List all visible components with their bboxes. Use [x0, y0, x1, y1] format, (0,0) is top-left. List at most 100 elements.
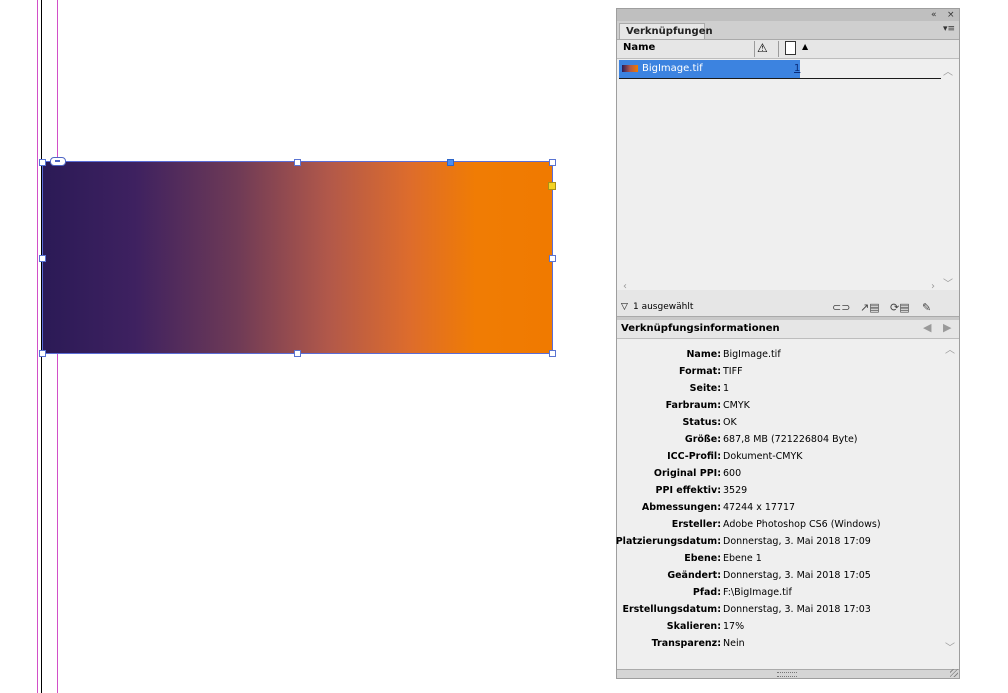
info-key: Status:	[682, 417, 721, 428]
info-key: Geändert:	[667, 570, 721, 581]
info-row: Skalieren: 17%	[617, 618, 947, 635]
live-corner-handle[interactable]	[548, 182, 556, 190]
list-item[interactable]: BigImage.tif 1	[619, 60, 800, 78]
scroll-down-icon[interactable]: ﹀	[943, 275, 953, 290]
scroll-right-icon[interactable]: ›	[931, 281, 935, 292]
links-panel: « × Verknüpfungen ▾≡ Name ⚠ ▲ BigImage.t…	[616, 8, 960, 679]
info-key: Transparenz:	[651, 638, 721, 649]
tab-links[interactable]: Verknüpfungen	[619, 23, 713, 39]
info-row: Seite: 1	[617, 380, 947, 397]
resize-corner-icon[interactable]	[950, 669, 958, 677]
info-row: Platzierungsdatum: Donnerstag, 3. Mai 201…	[616, 533, 947, 550]
info-key: Name:	[686, 349, 721, 360]
info-key: Farbraum:	[665, 400, 721, 411]
info-row: Ersteller: Adobe Photoshop CS6 (Windows)	[617, 516, 947, 533]
relink-icon[interactable]: ⊂⊃	[832, 301, 850, 314]
frame-handle-mid-right[interactable]	[549, 255, 556, 262]
info-row: Pfad: F:\BigImage.tif	[617, 584, 947, 601]
info-value: BigImage.tif	[723, 349, 781, 360]
page-edge	[41, 0, 42, 693]
info-key: Skalieren:	[666, 621, 721, 632]
previous-link-icon[interactable]: ◀	[923, 321, 931, 334]
edit-original-icon[interactable]: ✎	[922, 301, 931, 314]
info-row: ICC-Profil: Dokument-CMYK	[617, 448, 947, 465]
info-value: Donnerstag, 3. Mai 2018 17:03	[723, 604, 871, 615]
info-row: Ebene: Ebene 1	[617, 550, 947, 567]
frame-handle-top-right[interactable]	[549, 159, 556, 166]
frame-handle-top-center[interactable]	[294, 159, 301, 166]
panel-bottom-bar	[617, 669, 959, 678]
links-list[interactable]: BigImage.tif 1 ︿ ﹀ ‹ ›	[617, 59, 959, 292]
column-name-header[interactable]: Name	[623, 42, 655, 53]
toggle-info-triangle-icon[interactable]: ▽	[621, 302, 628, 312]
info-value: Adobe Photoshop CS6 (Windows)	[723, 519, 881, 530]
list-separator	[619, 78, 941, 79]
info-key: Erstellungsdatum:	[622, 604, 721, 615]
frame-handle-top-left[interactable]	[39, 159, 46, 166]
image-thumbnail-icon	[622, 65, 638, 72]
link-page-number[interactable]: 1	[794, 60, 800, 78]
collapse-panel-icon[interactable]: «	[931, 9, 937, 21]
column-separator	[778, 41, 779, 57]
info-row: Format: TIFF	[617, 363, 947, 380]
scroll-down-icon[interactable]: ﹀	[945, 639, 955, 654]
links-column-header: Name ⚠ ▲	[617, 40, 959, 59]
goto-link-icon[interactable]: ↗▤	[860, 301, 880, 314]
info-row: Name: BigImage.tif	[617, 346, 947, 363]
margin-guide-left	[37, 0, 38, 693]
info-value: Ebene 1	[723, 553, 762, 564]
frame-handle-mid-left[interactable]	[39, 255, 46, 262]
status-column-warning-icon[interactable]: ⚠	[757, 41, 768, 55]
info-key: Ebene:	[684, 553, 721, 564]
next-link-icon[interactable]: ▶	[943, 321, 951, 334]
link-info-header: Verknüpfungsinformationen ◀ ▶	[617, 320, 959, 339]
info-value: 1	[723, 383, 730, 394]
resize-grip-icon[interactable]	[777, 672, 797, 677]
link-name: BigImage.tif	[642, 63, 703, 74]
frame-handle-bottom-left[interactable]	[39, 350, 46, 357]
link-info-title: Verknüpfungsinformationen	[621, 323, 780, 334]
info-key: Abmessungen:	[641, 502, 721, 513]
info-key: Seite:	[689, 383, 721, 394]
info-value: TIFF	[723, 366, 743, 377]
info-value: 600	[723, 468, 742, 479]
placed-image-frame[interactable]	[42, 161, 553, 354]
info-value: 3529	[723, 485, 748, 496]
panel-title-bar[interactable]: « ×	[617, 9, 959, 21]
sort-ascending-icon[interactable]: ▲	[802, 42, 808, 51]
info-value: Donnerstag, 3. Mai 2018 17:05	[723, 570, 871, 581]
selection-count: 1 ausgewählt	[633, 302, 694, 312]
frame-handle-bottom-right[interactable]	[549, 350, 556, 357]
info-key: Ersteller:	[671, 519, 721, 530]
info-value: Donnerstag, 3. Mai 2018 17:09	[723, 536, 871, 547]
info-row: Erstellungsdatum: Donnerstag, 3. Mai 2018…	[617, 601, 947, 618]
info-key: ICC-Profil:	[667, 451, 721, 462]
info-row: Original PPI: 600	[617, 465, 947, 482]
info-value: 687,8 MB (721226804 Byte)	[723, 434, 858, 445]
info-row: Größe: 687,8 MB (721226804 Byte)	[617, 431, 947, 448]
scroll-up-icon[interactable]: ︿	[945, 341, 955, 356]
info-key: Original PPI:	[653, 468, 721, 479]
content-grabber-handle[interactable]	[447, 159, 454, 166]
update-link-icon[interactable]: ⟳▤	[890, 301, 910, 314]
info-value: Nein	[723, 638, 745, 649]
frame-handle-bottom-center[interactable]	[294, 350, 301, 357]
close-panel-icon[interactable]: ×	[947, 9, 955, 21]
info-row: PPI effektiv: 3529	[617, 482, 947, 499]
info-key: Format:	[679, 366, 721, 377]
link-chain-icon[interactable]	[50, 157, 66, 166]
page-column-icon[interactable]	[785, 41, 796, 55]
scroll-left-icon[interactable]: ‹	[623, 281, 627, 292]
info-key: PPI effektiv:	[655, 485, 721, 496]
column-separator	[754, 41, 755, 57]
panel-tab-bar: Verknüpfungen ▾≡	[617, 21, 959, 40]
panel-menu-icon[interactable]: ▾≡	[943, 24, 955, 34]
info-row: Geändert: Donnerstag, 3. Mai 2018 17:05	[617, 567, 947, 584]
scroll-up-icon[interactable]: ︿	[943, 63, 953, 78]
info-key: Pfad:	[692, 587, 721, 598]
info-row: Farbraum: CMYK	[617, 397, 947, 414]
info-row: Abmessungen: 47244 x 17717	[617, 499, 947, 516]
links-status-bar: ▽ 1 ausgewählt ⊂⊃ ↗▤ ⟳▤ ✎	[617, 300, 959, 316]
info-value: OK	[723, 417, 737, 428]
info-value: Dokument-CMYK	[723, 451, 803, 462]
